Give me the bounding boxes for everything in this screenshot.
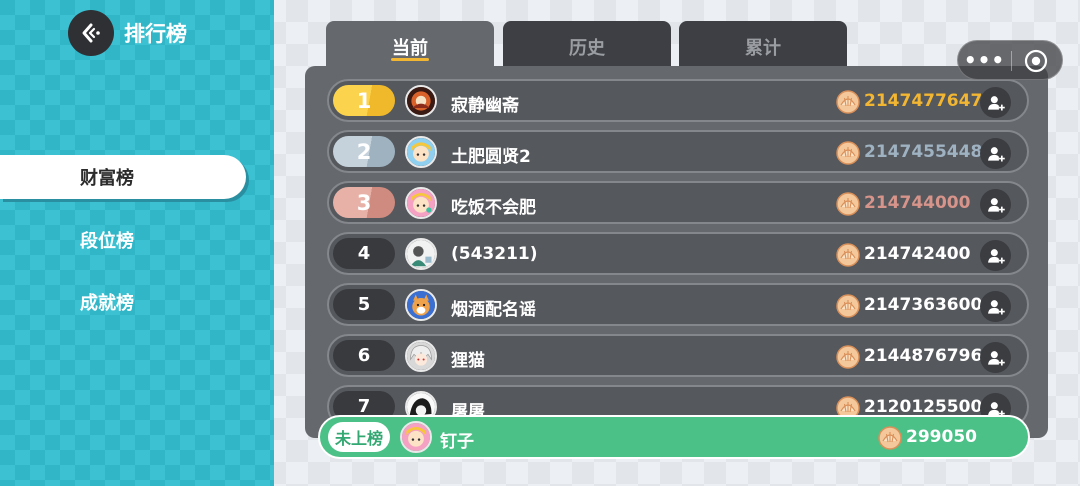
more-button[interactable]: ••• <box>958 41 1011 79</box>
avatar[interactable] <box>405 85 437 117</box>
back-button[interactable] <box>68 10 114 56</box>
sidebar-item-label: 财富榜 <box>80 168 134 189</box>
score-value: 2147455448 <box>864 142 983 162</box>
more-dots-icon: ••• <box>963 48 1006 72</box>
shell-coin-icon <box>836 141 860 165</box>
add-friend-icon <box>987 146 1005 161</box>
add-friend-button[interactable] <box>980 87 1011 118</box>
rank-badge: 5 <box>333 289 395 320</box>
tab-cumulative[interactable]: 累计 <box>679 21 847 71</box>
shell-coin-icon <box>836 345 860 369</box>
tab-active-indicator <box>391 58 429 61</box>
back-arrow-icon <box>82 23 100 43</box>
score-value: 2144876796 <box>864 346 983 366</box>
page-title: 排行榜 <box>124 22 187 46</box>
add-friend-button[interactable] <box>980 291 1011 322</box>
sidebar-item-wealth[interactable]: 财富榜 <box>0 155 246 199</box>
capsule-divider <box>1011 51 1012 71</box>
add-friend-icon <box>987 95 1005 110</box>
leaderboard-row[interactable]: 2 土肥圆贤2 2147455448 <box>327 130 1029 173</box>
shell-coin-icon <box>836 294 860 318</box>
add-friend-icon <box>987 350 1005 365</box>
score-value: 214742400 <box>864 244 971 264</box>
close-miniprogram-icon[interactable] <box>1024 49 1048 73</box>
tab-label: 累计 <box>745 38 781 59</box>
tab-history[interactable]: 历史 <box>503 21 671 71</box>
leaderboard-row[interactable]: 4 (543211) 214742400 <box>327 232 1029 275</box>
avatar[interactable] <box>405 187 437 219</box>
shell-coin-icon <box>836 192 860 216</box>
add-friend-button[interactable] <box>980 189 1011 220</box>
add-friend-icon <box>987 197 1005 212</box>
avatar[interactable] <box>405 340 437 372</box>
score-value: 2147363600 <box>864 295 983 315</box>
add-friend-icon <box>987 299 1005 314</box>
sidebar-item-achievement[interactable]: 成就榜 <box>0 280 246 324</box>
tab-label: 当前 <box>392 38 428 59</box>
player-name: 土肥圆贤2 <box>451 147 531 167</box>
leaderboard-panel[interactable]: 1 寂静幽斋 2147477647 2 土肥圆贤2 2147455448 3 吃… <box>305 66 1048 438</box>
score-value: 2147477647 <box>864 91 983 111</box>
player-name: 钉子 <box>440 432 474 452</box>
score-value: 2120125500 <box>864 397 983 417</box>
shell-coin-icon <box>836 243 860 267</box>
add-friend-button[interactable] <box>980 342 1011 373</box>
rank-badge: 4 <box>333 238 395 269</box>
sidebar-item-label: 成就榜 <box>80 293 134 314</box>
sidebar-item-rank[interactable]: 段位榜 <box>0 218 246 262</box>
add-friend-button[interactable] <box>980 138 1011 169</box>
rank-badge: 6 <box>333 340 395 371</box>
player-name: 烟酒配名谣 <box>451 300 536 320</box>
rank-badge: 1 <box>333 85 395 116</box>
sidebar: 排行榜 财富榜 段位榜 成就榜 <box>0 0 274 486</box>
tab-current[interactable]: 当前 <box>326 21 494 71</box>
my-rank-row[interactable]: 未上榜 钉子 299050 <box>318 415 1030 459</box>
tab-label: 历史 <box>569 38 605 59</box>
shell-coin-icon <box>878 426 902 450</box>
add-friend-button[interactable] <box>980 240 1011 271</box>
sidebar-item-label: 段位榜 <box>80 231 134 252</box>
avatar[interactable] <box>405 289 437 321</box>
add-friend-icon <box>987 248 1005 263</box>
leaderboard-row[interactable]: 5 烟酒配名谣 2147363600 <box>327 283 1029 326</box>
player-name: 狸猫 <box>451 351 485 371</box>
miniprogram-capsule: ••• <box>957 40 1063 80</box>
rank-badge: 2 <box>333 136 395 167</box>
leaderboard-row[interactable]: 3 吃饭不会肥 214744000 <box>327 181 1029 224</box>
rank-badge: 未上榜 <box>328 422 390 452</box>
avatar[interactable] <box>405 238 437 270</box>
avatar[interactable] <box>405 136 437 168</box>
leaderboard-row[interactable]: 1 寂静幽斋 2147477647 <box>327 79 1029 122</box>
leaderboard-row[interactable]: 6 狸猫 2144876796 <box>327 334 1029 377</box>
avatar[interactable] <box>400 421 432 453</box>
player-name: 寂静幽斋 <box>451 96 519 116</box>
score-value: 299050 <box>906 427 977 447</box>
shell-coin-icon <box>836 90 860 114</box>
player-name: 吃饭不会肥 <box>451 198 536 218</box>
player-name: (543211) <box>451 244 538 264</box>
score-value: 214744000 <box>864 193 971 213</box>
rank-badge: 3 <box>333 187 395 218</box>
